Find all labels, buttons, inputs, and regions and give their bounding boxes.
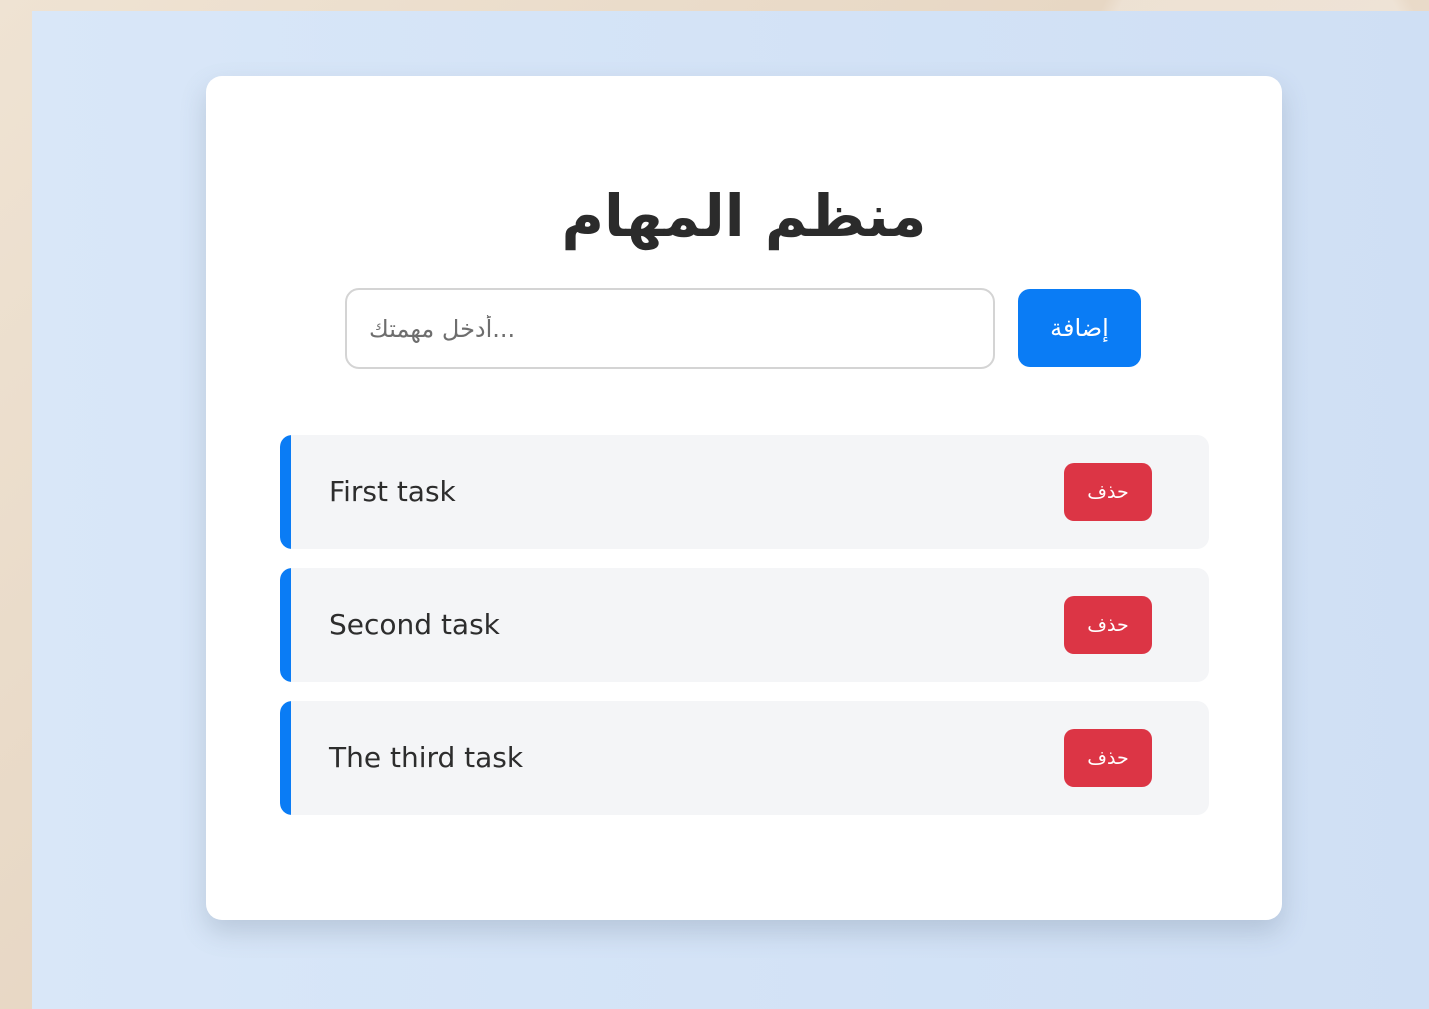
delete-task-button[interactable]: حذف [1064,596,1152,654]
add-task-button[interactable]: إضافة [1018,289,1141,367]
task-item-first: First task حذف [280,435,1209,549]
task-item-third: The third task حذف [280,701,1209,815]
task-item-second: Second task حذف [280,568,1209,682]
delete-task-button[interactable]: حذف [1064,729,1152,787]
task-input[interactable] [345,288,995,369]
page-title: منظم المهام [561,182,927,250]
task-manager-card: منظم المهام إضافة First task حذف Second … [206,76,1282,920]
app-viewport: منظم المهام إضافة First task حذف Second … [32,11,1429,1009]
task-text: Second task [329,608,500,641]
delete-task-button[interactable]: حذف [1064,463,1152,521]
task-text: First task [329,475,456,508]
task-list: First task حذف Second task حذف The third… [280,435,1209,834]
task-text: The third task [329,741,524,774]
